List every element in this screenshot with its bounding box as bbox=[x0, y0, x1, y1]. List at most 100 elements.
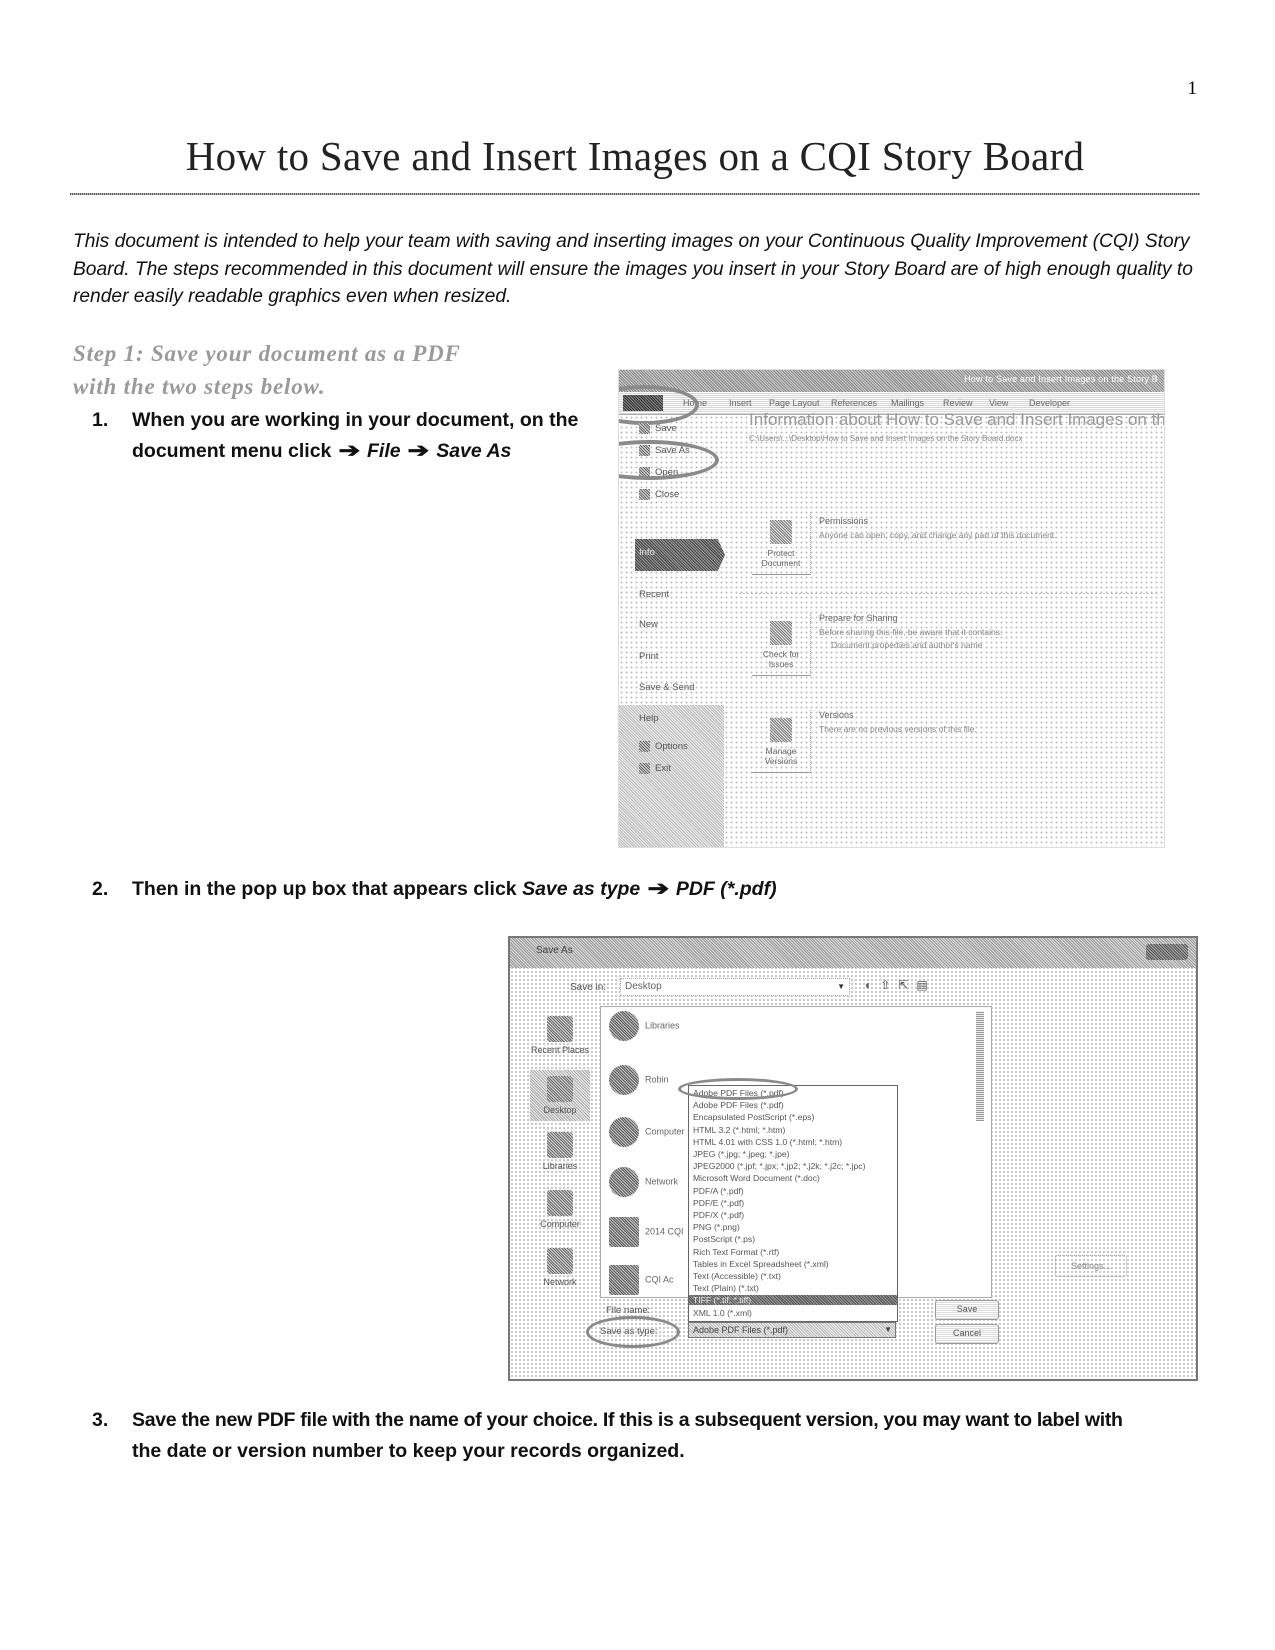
file-name-label: File name: bbox=[606, 1305, 651, 1316]
type-option: PNG (*.png) bbox=[693, 1222, 740, 1233]
save-button: Save bbox=[935, 1300, 999, 1320]
versions-text: There are no previous versions of this f… bbox=[819, 724, 977, 734]
item3-line2: the date or version number to keep your … bbox=[132, 1440, 685, 1462]
screenshot-save-as-dialog: Save As Save in: Desktop ▼ ◐⇧⇱▤ Recent Pl… bbox=[508, 936, 1198, 1381]
prepare-sharing-title: Prepare for Sharing bbox=[819, 613, 898, 623]
exit-icon bbox=[639, 763, 650, 774]
list-text: When you are working in your document, o… bbox=[132, 405, 612, 467]
type-option: Text (Accessible) (*.txt) bbox=[693, 1271, 781, 1281]
versions-title: Versions bbox=[819, 710, 854, 720]
type-option: PostScript (*.ps) bbox=[693, 1234, 756, 1245]
prepare-sharing-bullet: Document properties and author's name bbox=[831, 640, 983, 650]
network-icon bbox=[609, 1167, 639, 1197]
tab-mailings: Mailings bbox=[891, 398, 925, 408]
close-icon bbox=[1146, 944, 1188, 960]
menu-save-as: Save As bbox=[436, 440, 512, 462]
tab-developer: Developer bbox=[1029, 398, 1071, 408]
type-option: PDF/X (*.pdf) bbox=[693, 1210, 745, 1220]
list-number: 1. bbox=[92, 409, 109, 431]
save-as-type-options: Adobe PDF Files (*.pdf) Adobe PDF Files (… bbox=[688, 1085, 898, 1322]
menu-file: File bbox=[367, 440, 401, 462]
list-number: 3. bbox=[92, 1409, 109, 1431]
document-icon bbox=[609, 1217, 639, 1247]
type-option: JPEG (*.jpg; *.jpeg; *.jpe) bbox=[693, 1149, 790, 1159]
type-option: HTML 4.01 with CSS 1.0 (*.html; *.htm) bbox=[693, 1136, 843, 1147]
tab-insert: Insert bbox=[729, 398, 752, 408]
menu-save: Save bbox=[639, 423, 677, 434]
menu-new: New bbox=[639, 619, 659, 630]
network-icon bbox=[547, 1248, 573, 1274]
type-option: PDF/A (*.pdf) bbox=[693, 1185, 744, 1196]
document-icon bbox=[609, 1265, 639, 1295]
step1-heading: Step 1: Save your document as a PDF with… bbox=[73, 337, 593, 403]
item2-value: PDF (*.pdf) bbox=[675, 878, 777, 900]
save-in-dropdown: Desktop ▼ bbox=[620, 978, 850, 996]
chevron-down-icon: ▼ bbox=[837, 982, 845, 991]
type-option: HTML 3.2 (*.html; *.htm) bbox=[693, 1124, 786, 1135]
prepare-sharing-text: Before sharing this file, be aware that … bbox=[819, 627, 1003, 637]
place-computer: Computer bbox=[530, 1190, 590, 1229]
save-in-label: Save in: bbox=[570, 982, 607, 993]
menu-bottom-panel bbox=[619, 705, 724, 847]
cancel-button: Cancel bbox=[935, 1324, 999, 1344]
type-option: Rich Text Format (*.rtf) bbox=[693, 1246, 780, 1257]
folder-icon bbox=[609, 1011, 639, 1041]
file-item: Robin bbox=[609, 1065, 669, 1095]
file-item: Computer bbox=[609, 1117, 685, 1147]
section-divider bbox=[739, 593, 1159, 594]
screenshot-word-backstage: How to Save and Insert Images on the Sto… bbox=[618, 369, 1165, 848]
menu-exit: Exit bbox=[639, 763, 671, 774]
item2-prefix: Then in the pop up box that appears clic… bbox=[132, 878, 517, 900]
item1-prefix: document menu click bbox=[132, 440, 332, 462]
item1-line2: document menu click ➔ File ➔ Save As bbox=[132, 436, 612, 467]
list-number: 2. bbox=[92, 878, 109, 900]
chevron-down-icon: ▼ bbox=[884, 1325, 892, 1334]
file-item: CQI Ac bbox=[609, 1265, 674, 1295]
backstage-menu: Save Save As Open Close Info Recent New … bbox=[619, 415, 725, 847]
page-number: 1 bbox=[1187, 78, 1198, 99]
arrow-right-icon: ➔ bbox=[647, 878, 669, 900]
list-text: Save the new PDF file with the name of y… bbox=[132, 1405, 1212, 1467]
item1-line1: When you are working in your document, o… bbox=[132, 409, 579, 431]
type-option: Tables in Excel Spreadsheet (*.xml) bbox=[693, 1258, 829, 1269]
item2-field: Save as type bbox=[522, 878, 641, 900]
type-option: Text (Plain) (*.txt) bbox=[693, 1283, 759, 1294]
page-title: How to Save and Insert Images on a CQI S… bbox=[185, 133, 1085, 179]
tab-review: Review bbox=[943, 398, 973, 408]
tab-references: References bbox=[831, 398, 878, 408]
protect-document-button: Protect Document bbox=[752, 512, 811, 575]
title-divider bbox=[70, 193, 1200, 195]
type-option: Adobe PDF Files (*.pdf) bbox=[693, 1100, 784, 1111]
close-file-icon bbox=[639, 489, 650, 500]
settings-button: Settings... bbox=[1055, 1255, 1127, 1277]
permissions-title: Permissions bbox=[819, 516, 869, 526]
list-item-1: 1. When you are working in your document… bbox=[92, 405, 612, 469]
tab-view: View bbox=[989, 398, 1009, 408]
dialog-titlebar: Save As bbox=[510, 938, 1196, 968]
step1-heading-line1: Step 1: Save your document as a PDF bbox=[73, 341, 461, 366]
menu-print: Print bbox=[639, 651, 659, 662]
check-issues-button: Check for Issues bbox=[752, 613, 811, 676]
menu-recent: Recent bbox=[639, 589, 670, 600]
arrow-right-icon: ➔ bbox=[407, 440, 430, 462]
save-as-type-dropdown: Adobe PDF Files (*.pdf) ▼ bbox=[688, 1322, 896, 1338]
scrollbar bbox=[976, 1011, 984, 1121]
type-option: Encapsulated PostScript (*.eps) bbox=[693, 1112, 815, 1123]
computer-icon bbox=[547, 1190, 573, 1216]
window-title: How to Save and Insert Images on the Sto… bbox=[964, 374, 1158, 384]
navigation-toolbar-icons: ◐⇧⇱▤ bbox=[865, 978, 936, 992]
type-option: JPEG2000 (*.jpf; *.jpx; *.jp2; *.j2k; *.… bbox=[693, 1161, 866, 1172]
type-option: PDF/E (*.pdf) bbox=[693, 1197, 745, 1208]
window-titlebar: How to Save and Insert Images on the Sto… bbox=[619, 370, 1164, 392]
list-item-2: 2. Then in the pop up box that appears c… bbox=[92, 874, 892, 906]
file-item: 2014 CQI bbox=[609, 1217, 684, 1247]
place-libraries: Libraries bbox=[530, 1132, 590, 1171]
recent-places-icon bbox=[547, 1016, 573, 1042]
place-desktop: Desktop bbox=[530, 1070, 590, 1121]
item3-line1: Save the new PDF file with the name of y… bbox=[132, 1409, 1123, 1431]
arrow-right-icon: ➔ bbox=[338, 440, 361, 462]
manage-versions-button: Manage Versions bbox=[752, 710, 811, 773]
type-option-highlighted: TIFF (*.tif; *.tiff) bbox=[689, 1295, 897, 1306]
desktop-icon bbox=[547, 1076, 573, 1102]
step1-heading-line2: with the two steps below. bbox=[73, 374, 326, 399]
